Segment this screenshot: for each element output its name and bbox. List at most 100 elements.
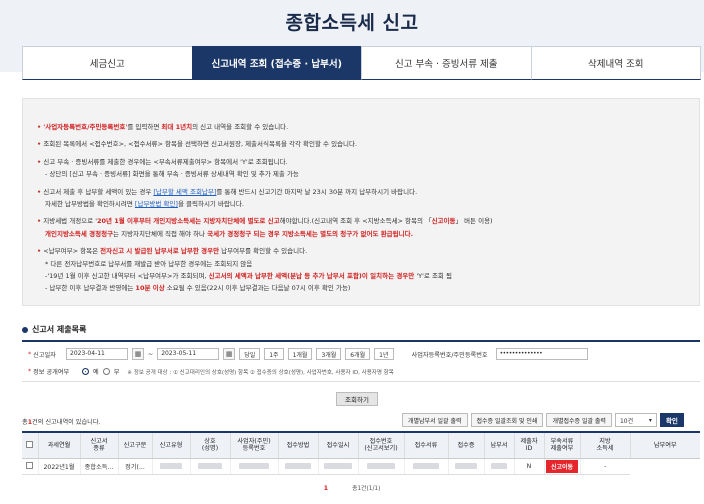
- tab-tax-filing[interactable]: 세금신고: [22, 46, 193, 80]
- payment-slip-cell[interactable]: [448, 458, 485, 475]
- receipt-cell[interactable]: [404, 458, 449, 475]
- bulk-payment-print-button[interactable]: 개별납부서 일괄 출력: [402, 413, 468, 427]
- receipt-number-cell[interactable]: [318, 458, 359, 475]
- disclose-row: * 정보 공개여부 예 부 ※ 정보 공개 대상 : ① 신고대리인의 상호(성명…: [28, 367, 394, 376]
- column-header: 부속서류 제출여부: [544, 431, 581, 459]
- date-label: * 신고일자: [28, 350, 56, 359]
- range-separator: ~: [148, 350, 154, 358]
- payment-method-link[interactable]: [납부방법 확인]: [135, 200, 178, 208]
- column-header: 접수서류: [404, 431, 449, 459]
- notice-box: • '사업자등록번호/주민등록번호'를 입력하면 최대 1년치의 신고 내역을 …: [22, 98, 700, 306]
- bullet-icon: [22, 326, 28, 333]
- bulk-receipt-button[interactable]: 접수증 일괄조회 및 인쇄: [470, 413, 544, 427]
- date-from-input[interactable]: 2023-04-11: [66, 348, 128, 360]
- pagination: 1 총1건(1/1): [0, 483, 704, 493]
- confirm-button[interactable]: 확인: [659, 413, 684, 427]
- table-row: 2022년1월 종합소득... 정기(... N 신고이동 -: [22, 458, 700, 475]
- column-header: 제출자 ID: [514, 431, 545, 459]
- disclose-no-label: 부: [113, 369, 120, 376]
- notice-line: 개인지방소득세 경정청구는 지방자치단체에 직접 해야 하나 국세가 경정청구 …: [45, 229, 414, 238]
- tab-filing-history[interactable]: 신고내역 조회 (접수증 · 납부서): [191, 46, 362, 80]
- redacted-value: [198, 462, 222, 469]
- notice-line: • 신고서 제출 후 납부할 세액이 있는 경우 [납부할 세액 조회납부]를 …: [37, 187, 418, 196]
- row-checkbox[interactable]: [26, 462, 34, 470]
- filing-type-cell: 정기(...: [118, 458, 153, 475]
- disclose-note: ※ 정보 공개 대상 : ① 신고대리인의 상호(성명) 항목 ② 접수증의 상…: [127, 369, 394, 376]
- page-size-select[interactable]: 10건 ▾: [614, 413, 657, 427]
- tab-deleted-history[interactable]: 삭제내역 조회: [530, 46, 701, 80]
- tax-payment-link[interactable]: [납부할 세액 조회납부]: [153, 188, 216, 196]
- id-label: 사업자등록번호/주민등록번호: [411, 351, 488, 359]
- tab-attachments[interactable]: 신고 부속 · 증빙서류 제출: [361, 46, 532, 80]
- period-3month-button[interactable]: 3개월: [316, 348, 342, 360]
- action-bar: 개별납부서 일괄 출력 접수증 일괄조회 및 인쇄 개별접수증 일괄 출력 10…: [402, 413, 684, 427]
- notice-line: • 신고 부속 · 증빙서류를 제출한 경우에는 <부속서류제출여부> 항목에서…: [37, 157, 288, 166]
- column-header: 접수방법: [278, 431, 319, 459]
- notice-line: -'19년 1월 이후 신고한 내역부터 <납부여부>가 조회되며, 신고서의 …: [45, 272, 452, 281]
- disclose-yes-label: 예: [93, 369, 99, 376]
- notice-line: - 납부한 이후 납부결과 반영에는 10분 이상 소요될 수 있음(22시 이…: [45, 284, 351, 293]
- redacted-value: [455, 462, 477, 469]
- section-title: 신고서 제출목록: [22, 324, 86, 335]
- column-header: 납부여부: [630, 431, 700, 459]
- form-cell: 종합소득...: [80, 458, 119, 475]
- notice-line: • '사업자등록번호/주민등록번호'를 입력하면 최대 1년치의 신고 내역을 …: [37, 123, 289, 131]
- disclose-label: * 정보 공개여부: [28, 368, 70, 376]
- period-1month-button[interactable]: 1개월: [287, 348, 313, 360]
- notice-line: - 상단의 [신고 부속 · 증빙서류] 화면을 통해 부속 · 증빙서류 상세…: [45, 170, 299, 179]
- column-header: 접수번호 (신고서보기): [358, 431, 405, 459]
- redacted-cell: [152, 458, 191, 475]
- paid-status-cell: -: [580, 458, 630, 475]
- column-header: 상호 (성명): [190, 431, 231, 459]
- column-header: 접수일시: [318, 431, 359, 459]
- redacted-value: [285, 462, 311, 469]
- period-1year-button[interactable]: 1년: [374, 348, 394, 360]
- disclose-no-radio[interactable]: [102, 368, 110, 375]
- column-header: 신고유형: [152, 431, 191, 459]
- table-header-row: 과세연월 신고서 종류 신고구분 신고유형 상호 (성명) 사업자(주민) 등록…: [22, 431, 700, 459]
- attachment-submitted-cell: N: [514, 458, 545, 475]
- bulk-receipt-print-button[interactable]: 개별접수증 일괄 출력: [546, 413, 612, 427]
- local-tax-move-button[interactable]: 신고이동: [545, 459, 579, 473]
- period-cell: 2022년1월: [38, 458, 81, 475]
- disclose-yes-radio[interactable]: [82, 368, 89, 375]
- notice-line: • 조회된 목록에서 <접수번호>, <접수서류> 항목을 선택하면 신고서원장…: [37, 140, 358, 149]
- redacted-value: [160, 462, 182, 469]
- results-table: 과세연월 신고서 종류 신고구분 신고유형 상호 (성명) 사업자(주민) 등록…: [22, 431, 700, 475]
- filter-panel: * 신고일자 2023-04-11 ▦ ~ 2023-05-11 ▦ 당일 1주 …: [22, 340, 700, 382]
- id-number-input[interactable]: ••••••••••••••: [495, 348, 588, 360]
- date-to-input[interactable]: 2023-05-11: [157, 348, 220, 360]
- tab-bar: 세금신고 신고내역 조회 (접수증 · 납부서) 신고 부속 · 증빙서류 제출…: [22, 46, 701, 80]
- chevron-down-icon: ▾: [648, 416, 652, 424]
- period-6month-button[interactable]: 6개월: [345, 348, 371, 360]
- redacted-cell: [230, 458, 279, 475]
- column-header: 사업자(주민) 등록번호: [230, 431, 279, 459]
- select-all-checkbox[interactable]: [26, 441, 34, 449]
- local-tax-cell: 신고이동: [544, 458, 581, 475]
- date-row: * 신고일자 2023-04-11 ▦ ~ 2023-05-11 ▦ 당일 1주 …: [28, 348, 588, 360]
- page-info: 총1건(1/1): [352, 486, 381, 492]
- redacted-cell: [190, 458, 231, 475]
- calendar-icon[interactable]: ▦: [223, 348, 236, 360]
- row-select-cell[interactable]: [22, 458, 39, 475]
- column-header: 접수증: [448, 431, 485, 459]
- select-all-header[interactable]: [22, 431, 39, 459]
- redacted-value: [491, 462, 507, 469]
- page-number[interactable]: 1: [324, 484, 329, 492]
- result-count: 총1건의 신고내역이 있습니다.: [22, 419, 101, 426]
- redacted-value: [324, 462, 352, 469]
- receipt-docs-cell[interactable]: [358, 458, 405, 475]
- period-1week-button[interactable]: 1주: [264, 348, 284, 360]
- search-button[interactable]: 조회하기: [336, 392, 378, 406]
- redacted-value: [413, 462, 439, 469]
- column-header: 납부서: [484, 431, 515, 459]
- notice-line: • 지방세법 개정으로 '20년 1월 이후부터 개인지방소득세는 지방자치단체…: [37, 217, 493, 226]
- notice-line: * 다른 전자납부번호로 납부서를 재발급 받아 납부한 경우에는 조회되지 않…: [45, 259, 253, 268]
- calendar-icon[interactable]: ▦: [132, 348, 144, 360]
- redacted-value: [239, 462, 269, 469]
- column-header: 신고구분: [118, 431, 153, 459]
- period-today-button[interactable]: 당일: [239, 348, 261, 360]
- notice-line: • <납부여부> 항목은 전자신고 시 발급된 납부서로 납부한 경우만 납부여…: [37, 247, 308, 256]
- redacted-value: [367, 462, 395, 469]
- page-title: 종합소득세 신고: [285, 12, 419, 34]
